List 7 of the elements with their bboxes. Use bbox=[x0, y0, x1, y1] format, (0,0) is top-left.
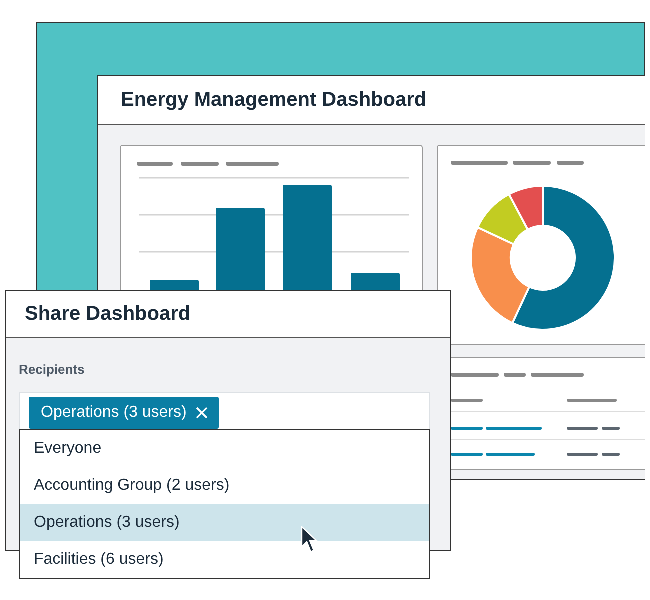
dropdown-option[interactable]: Operations (3 users) bbox=[20, 504, 429, 541]
window-title: Energy Management Dashboard bbox=[121, 88, 427, 113]
chip-label: Operations (3 users) bbox=[41, 402, 187, 422]
dialog-title: Share Dashboard bbox=[25, 302, 191, 327]
mouse-cursor-icon bbox=[301, 526, 319, 554]
close-icon[interactable] bbox=[194, 406, 209, 420]
field-label: Recipients bbox=[19, 362, 85, 377]
